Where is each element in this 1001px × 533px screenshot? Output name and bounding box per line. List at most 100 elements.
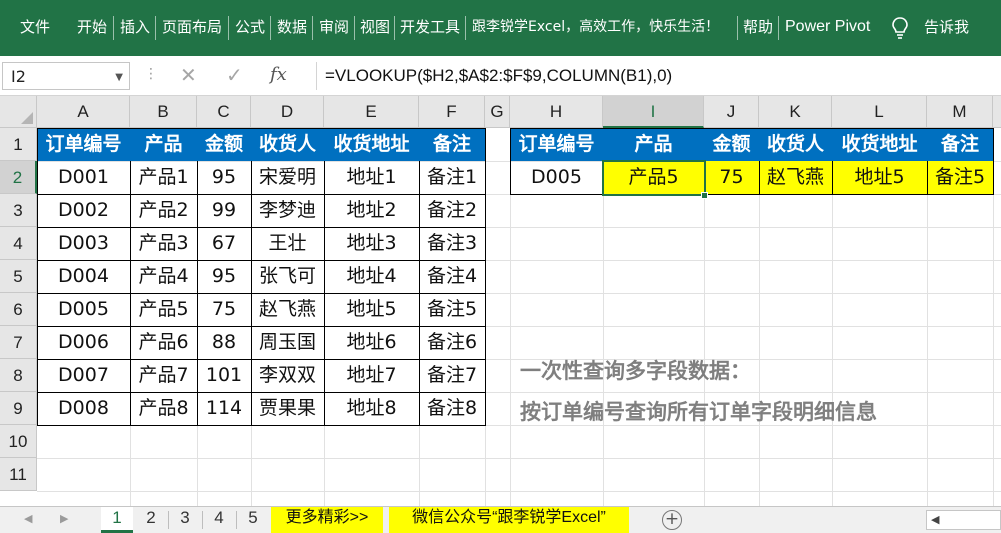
column-header-h[interactable]: H	[510, 96, 603, 128]
tab-power-pivot[interactable]: Power Pivot	[785, 17, 870, 37]
row-header-5[interactable]: 5	[0, 260, 37, 293]
row-header-4[interactable]: 4	[0, 227, 37, 260]
name-box[interactable]: I2 ▼	[2, 62, 130, 90]
row-header-11[interactable]: 11	[0, 458, 37, 491]
table-cell[interactable]: 备注4	[419, 260, 485, 293]
column-header-i[interactable]: I	[603, 96, 704, 128]
lookup-header-cell[interactable]: 产品	[603, 128, 704, 161]
table-cell[interactable]: 李梦迪	[251, 194, 324, 227]
table-header-cell[interactable]: 收货地址	[324, 128, 419, 161]
sheet-tab-wechat[interactable]: 微信公众号“跟李锐学Excel”	[389, 507, 629, 533]
table-header-cell[interactable]: 产品	[130, 128, 197, 161]
table-cell[interactable]: 宋爱明	[251, 161, 324, 194]
sheet-tab-more[interactable]: 更多精彩>>	[271, 507, 383, 533]
row-header-7[interactable]: 7	[0, 326, 37, 359]
enter-icon[interactable]: ✓	[226, 63, 243, 87]
table-cell[interactable]: 赵飞燕	[251, 293, 324, 326]
lightbulb-icon[interactable]	[890, 16, 910, 40]
table-cell[interactable]: 产品2	[130, 194, 197, 227]
lookup-result-cell[interactable]: 75	[704, 161, 759, 194]
row-header-3[interactable]: 3	[0, 194, 37, 227]
table-header-cell[interactable]: 收货人	[251, 128, 324, 161]
table-cell[interactable]: 95	[197, 260, 251, 293]
table-cell[interactable]: D007	[37, 359, 130, 392]
table-cell[interactable]: 地址4	[324, 260, 419, 293]
column-header-g[interactable]: G	[485, 96, 510, 128]
column-header-f[interactable]: F	[419, 96, 485, 128]
column-header-d[interactable]: D	[251, 96, 324, 128]
table-cell[interactable]: 周玉国	[251, 326, 324, 359]
chevron-left-icon[interactable]: ◀	[24, 512, 32, 525]
sheet-tab-2[interactable]: 2	[136, 507, 166, 533]
table-cell[interactable]: 地址7	[324, 359, 419, 392]
tab-home[interactable]: 开始	[77, 17, 107, 37]
horizontal-scrollbar[interactable]: ◀	[926, 510, 1001, 530]
table-cell[interactable]: 贾果果	[251, 392, 324, 425]
tab-view[interactable]: 视图	[360, 17, 390, 37]
table-header-cell[interactable]: 订单编号	[37, 128, 130, 161]
tab-review[interactable]: 审阅	[319, 17, 349, 37]
sheet-tab-5[interactable]: 5	[238, 507, 268, 533]
lookup-header-cell[interactable]: 收货人	[759, 128, 832, 161]
table-cell[interactable]: 地址8	[324, 392, 419, 425]
table-header-cell[interactable]: 金额	[197, 128, 251, 161]
row-header-2[interactable]: 2	[0, 161, 37, 194]
table-cell[interactable]: 114	[197, 392, 251, 425]
table-cell[interactable]: 地址1	[324, 161, 419, 194]
tab-help[interactable]: 帮助	[743, 17, 773, 37]
table-cell[interactable]: 备注2	[419, 194, 485, 227]
chevron-down-icon[interactable]: ▼	[115, 72, 123, 83]
column-header-b[interactable]: B	[130, 96, 197, 128]
column-header-l[interactable]: L	[832, 96, 927, 128]
table-cell[interactable]: 地址5	[324, 293, 419, 326]
column-header-c[interactable]: C	[197, 96, 251, 128]
table-header-cell[interactable]: 备注	[419, 128, 485, 161]
table-cell[interactable]: 备注5	[419, 293, 485, 326]
tab-formulas[interactable]: 公式	[235, 17, 265, 37]
table-cell[interactable]: 备注3	[419, 227, 485, 260]
table-cell[interactable]: 75	[197, 293, 251, 326]
tab-file[interactable]: 文件	[20, 17, 50, 37]
formula-input[interactable]: =VLOOKUP($H2,$A$2:$F$9,COLUMN(B1),0)	[316, 62, 996, 90]
sheet-tab-4[interactable]: 4	[204, 507, 234, 533]
column-header-e[interactable]: E	[324, 96, 419, 128]
table-cell[interactable]: 地址2	[324, 194, 419, 227]
sheet-tab-1[interactable]: 1	[101, 507, 133, 533]
insert-function-icon[interactable]: fx	[270, 64, 287, 85]
table-cell[interactable]: 产品3	[130, 227, 197, 260]
table-cell[interactable]: 王壮	[251, 227, 324, 260]
lookup-result-cell[interactable]: 产品5	[603, 161, 704, 194]
table-cell[interactable]: 备注7	[419, 359, 485, 392]
table-cell[interactable]: 95	[197, 161, 251, 194]
table-cell[interactable]: 备注1	[419, 161, 485, 194]
select-all-corner[interactable]	[0, 96, 37, 128]
row-header-8[interactable]: 8	[0, 359, 37, 392]
column-header-j[interactable]: J	[704, 96, 759, 128]
lookup-result-cell[interactable]: 地址5	[832, 161, 927, 194]
table-cell[interactable]: 99	[197, 194, 251, 227]
table-cell[interactable]: 产品1	[130, 161, 197, 194]
table-cell[interactable]: 101	[197, 359, 251, 392]
chevron-right-icon[interactable]: ▶	[60, 512, 68, 525]
table-cell[interactable]: D008	[37, 392, 130, 425]
table-cell[interactable]: 67	[197, 227, 251, 260]
table-cell[interactable]: D003	[37, 227, 130, 260]
add-sheet-icon[interactable]: +	[662, 510, 682, 530]
tell-me-search[interactable]: 告诉我	[924, 17, 969, 37]
lookup-header-cell[interactable]: 收货地址	[832, 128, 927, 161]
column-header-k[interactable]: K	[759, 96, 832, 128]
tab-developer[interactable]: 开发工具	[400, 17, 460, 37]
table-cell[interactable]: D001	[37, 161, 130, 194]
drag-handle-icon[interactable]: ⋮	[144, 66, 158, 82]
worksheet-grid[interactable]: A B C D E F G H I J K L M 1 2 3 4 5 6 7 …	[0, 96, 1001, 506]
lookup-header-cell[interactable]: 金额	[704, 128, 759, 161]
table-cell[interactable]: 李双双	[251, 359, 324, 392]
column-header-n[interactable]	[993, 96, 1001, 128]
table-cell[interactable]: 备注8	[419, 392, 485, 425]
table-cell[interactable]: D002	[37, 194, 130, 227]
column-header-m[interactable]: M	[927, 96, 993, 128]
table-cell[interactable]: 产品8	[130, 392, 197, 425]
lookup-result-cell[interactable]: 备注5	[927, 161, 993, 194]
table-cell[interactable]: 产品7	[130, 359, 197, 392]
table-cell[interactable]: D005	[37, 293, 130, 326]
